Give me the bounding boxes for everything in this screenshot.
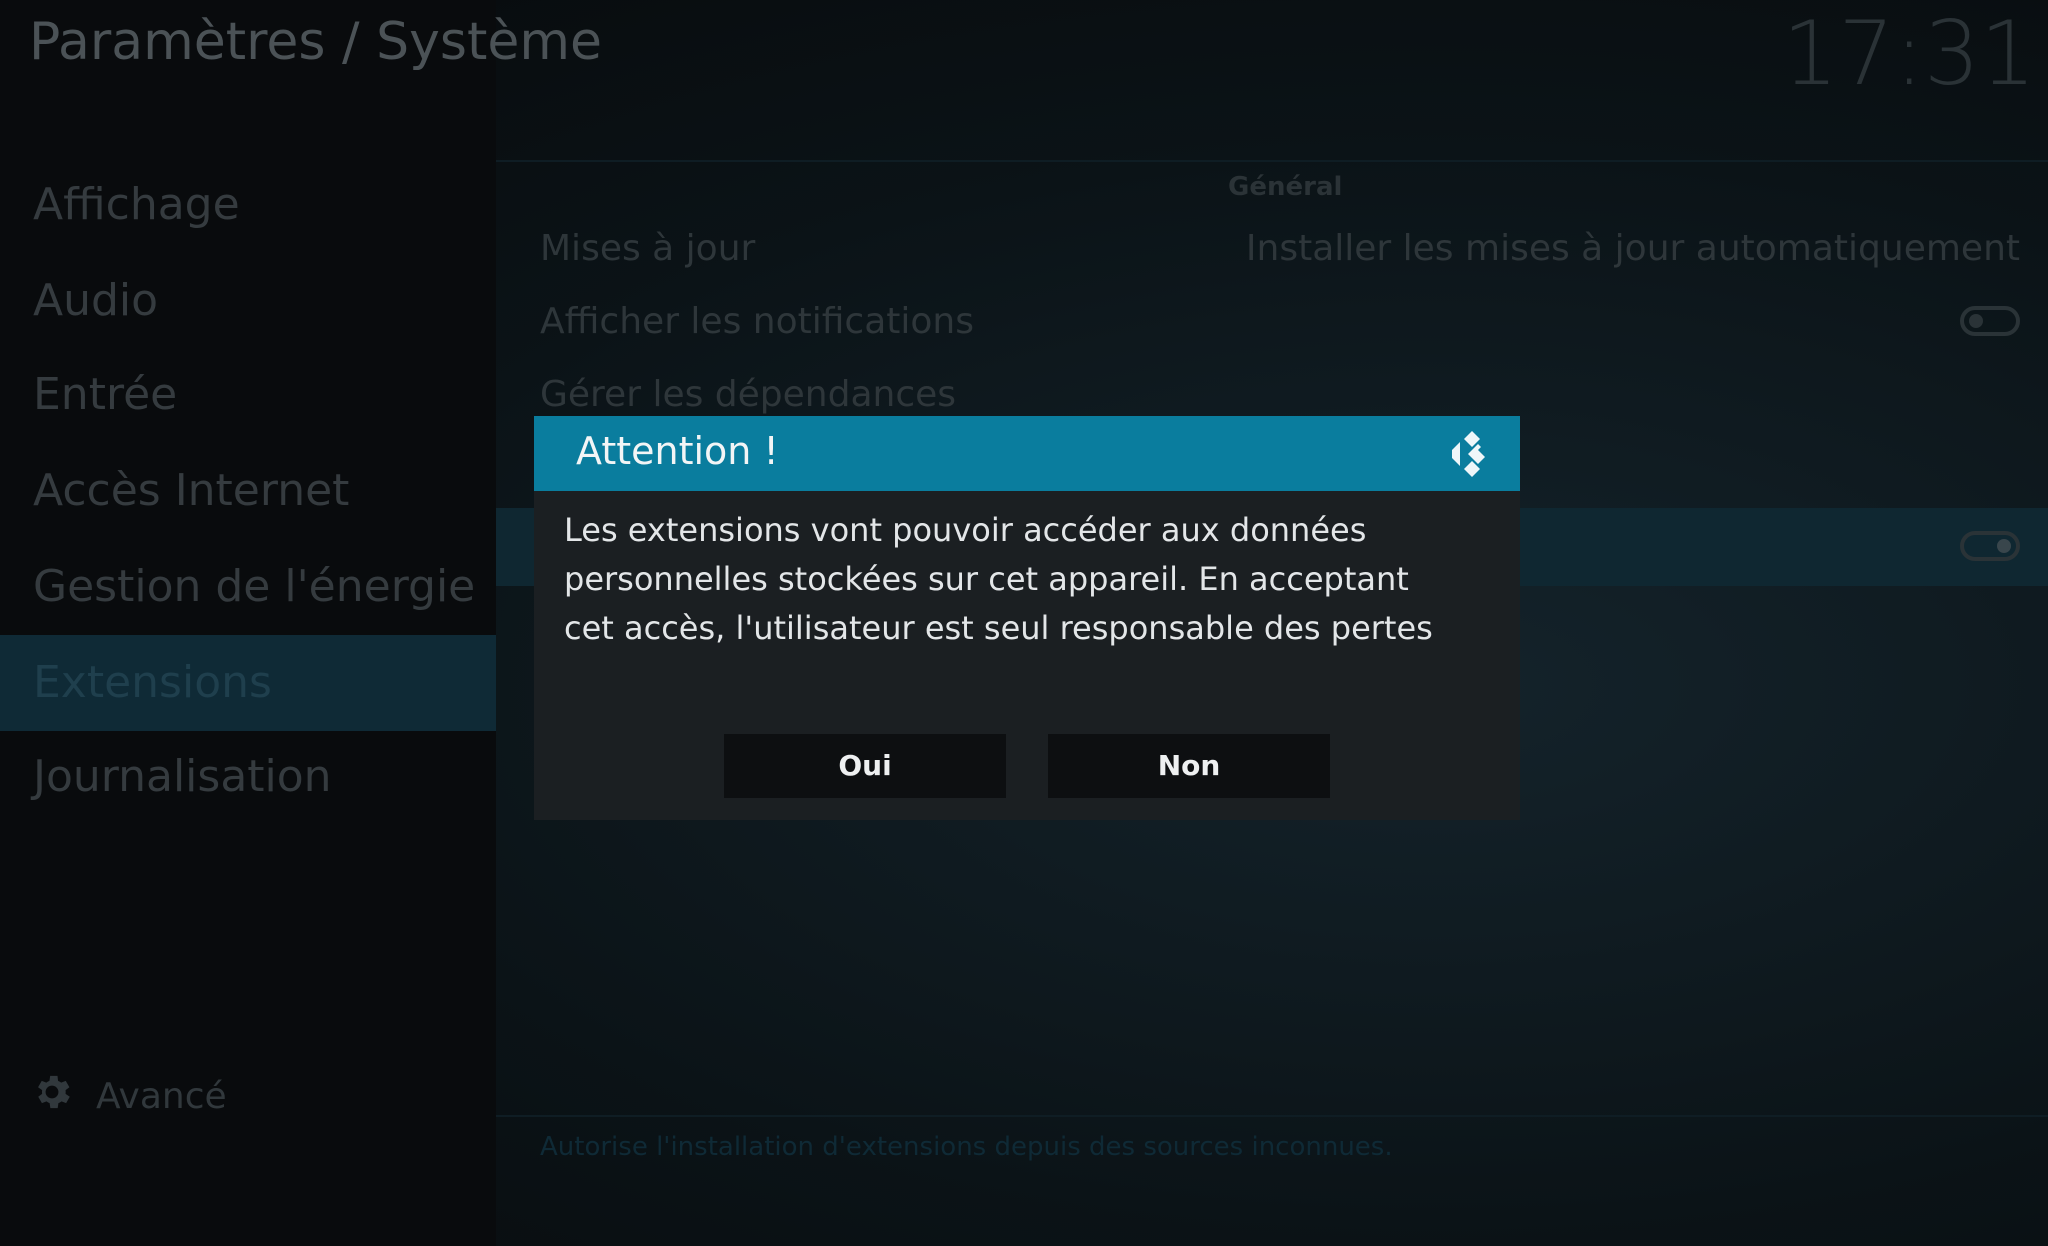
setting-notifications-label[interactable]: Afficher les notifications (540, 301, 974, 342)
sidebar-item-label: Accès Internet (33, 465, 350, 516)
advanced-button[interactable]: Avancé (30, 1070, 227, 1122)
sidebar-item-gestion-energie[interactable]: Gestion de l'énergie (0, 539, 496, 635)
dialog-header: Attention ! (534, 416, 1520, 491)
notifications-toggle[interactable] (1960, 306, 2020, 336)
sidebar-item-label: Journalisation (33, 751, 332, 802)
setting-dependencies-label[interactable]: Gérer les dépendances (540, 374, 956, 415)
settings-screen: Affichage Audio Entrée Accès Internet Ge… (0, 0, 2048, 1246)
sidebar-item-acces-internet[interactable]: Accès Internet (0, 443, 496, 539)
sidebar: Affichage Audio Entrée Accès Internet Ge… (0, 0, 496, 1246)
setting-updates-value[interactable]: Installer les mises à jour automatiqueme… (1246, 228, 2020, 269)
warning-dialog: Attention ! Les extensions vont pouvoir … (534, 416, 1520, 820)
no-button[interactable]: Non (1048, 734, 1330, 798)
panel-divider (496, 1115, 2048, 1117)
sidebar-item-journalisation[interactable]: Journalisation (0, 729, 496, 825)
sidebar-item-entree[interactable]: Entrée (0, 347, 496, 443)
sidebar-item-label: Gestion de l'énergie (33, 561, 476, 612)
sidebar-item-affichage[interactable]: Affichage (0, 157, 496, 253)
yes-button[interactable]: Oui (724, 734, 1006, 798)
toggle-knob (1997, 539, 2011, 553)
toggle-knob (1969, 314, 1983, 328)
sidebar-item-extensions[interactable]: Extensions (0, 635, 496, 731)
gear-icon (30, 1070, 96, 1123)
advanced-label: Avancé (96, 1075, 227, 1117)
sidebar-item-label: Affichage (33, 179, 240, 230)
dialog-message: Les extensions vont pouvoir accéder aux … (564, 511, 1433, 647)
unknown-sources-toggle[interactable] (1960, 531, 2020, 561)
sidebar-item-label: Entrée (33, 369, 178, 420)
page-title: Paramètres / Système (29, 12, 602, 72)
kodi-logo-icon (1446, 428, 1498, 484)
setting-updates-label[interactable]: Mises à jour (540, 228, 755, 269)
clock: 17:31 (1782, 2, 2036, 105)
sidebar-item-audio[interactable]: Audio (0, 253, 496, 349)
dialog-title: Attention ! (576, 429, 779, 473)
sidebar-item-label: Extensions (33, 657, 272, 708)
group-heading: Général (1228, 172, 1343, 202)
sidebar-item-label: Audio (33, 275, 159, 326)
setting-help-text: Autorise l'installation d'extensions dep… (540, 1132, 1393, 1162)
